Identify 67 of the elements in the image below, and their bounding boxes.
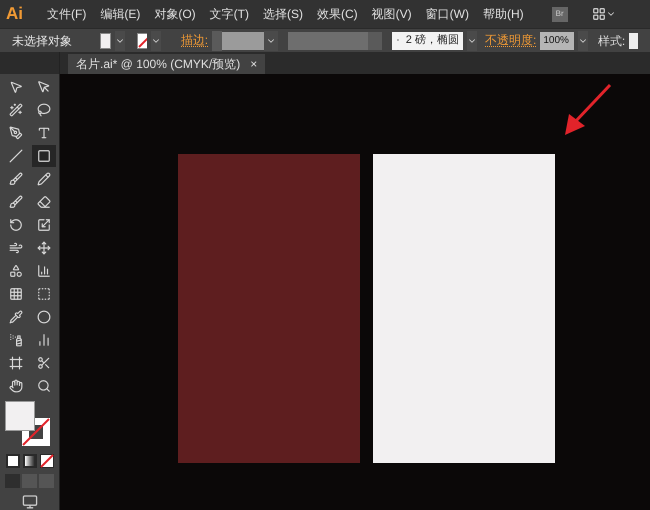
dropdown-arrow-button[interactable] [114, 30, 125, 50]
menu-item[interactable]: 编辑(E) [100, 5, 140, 23]
variable-width-field[interactable] [288, 32, 382, 50]
menu-item[interactable]: 文字(T) [210, 5, 249, 23]
menu-item[interactable]: 窗口(W) [426, 5, 469, 23]
zoom-icon [36, 378, 50, 393]
eyedropper-icon [8, 310, 22, 324]
color-mode-button[interactable] [6, 454, 20, 468]
opacity-field[interactable]: 100% [540, 32, 574, 50]
fill-swatch[interactable] [100, 32, 111, 48]
dropdown-arrow-button[interactable] [578, 30, 588, 50]
dropdown-arrow-button[interactable] [150, 30, 161, 50]
stroke-weight-field[interactable] [212, 30, 278, 50]
brush-dot: · [396, 33, 400, 48]
pointer-icon [8, 80, 22, 94]
layout-icon [592, 7, 606, 21]
fill-color-swatch[interactable] [4, 400, 34, 431]
menu-item[interactable]: 选择(S) [262, 5, 303, 23]
menu-item[interactable]: 文件(F) [47, 5, 86, 23]
stroke-label-link[interactable]: 描边: [180, 34, 208, 47]
type-icon [36, 126, 50, 140]
screen-mode-icon[interactable] [22, 494, 38, 510]
document-tab[interactable]: 名片.ai* @ 100% (CMYK/预览) × [68, 54, 266, 74]
brush-value: 2 磅，椭圆 [406, 32, 459, 48]
eraser-icon [36, 194, 50, 209]
pen-icon [8, 126, 22, 140]
arrow-drawing [563, 82, 613, 137]
layout-switcher-button[interactable] [592, 7, 616, 21]
brush-icon [8, 194, 22, 209]
menu-item[interactable]: 对象(O) [154, 5, 196, 23]
style-label: 样式: [598, 32, 626, 50]
menu-item[interactable]: 视图(V) [372, 5, 412, 23]
rotate-icon [8, 218, 22, 232]
shapes-icon [8, 264, 22, 278]
style-swatch[interactable] [629, 32, 638, 48]
brush-icon [8, 172, 22, 186]
tool-button[interactable] [32, 144, 56, 167]
dropdown-arrow-button[interactable] [466, 30, 477, 50]
swirl-icon [8, 240, 22, 255]
circle-icon [36, 310, 50, 324]
move-icon [36, 240, 50, 255]
gradient-mode-button[interactable] [22, 454, 36, 468]
rectangle-icon [36, 148, 50, 163]
lasso-icon [36, 102, 50, 117]
scissors-icon [36, 356, 50, 370]
none-mode-button[interactable] [40, 454, 54, 468]
selection-status: 未选择对象 [12, 32, 72, 50]
hand-icon [8, 378, 22, 393]
pencil-icon [36, 172, 50, 186]
document-title: 名片.ai* @ 100% (CMYK/预览) [76, 56, 240, 73]
app-logo: Ai [6, 3, 23, 26]
scale-icon [36, 218, 50, 232]
pointer-icon [36, 80, 50, 94]
spray-icon [8, 332, 22, 347]
chart-icon [36, 332, 50, 347]
menu-item[interactable]: 帮助(H) [482, 5, 524, 23]
frame-icon [8, 356, 22, 370]
close-tab-button[interactable]: × [250, 55, 258, 73]
chart-icon [36, 264, 50, 278]
bridge-button[interactable]: Br [552, 6, 568, 22]
stroke-none-swatch[interactable] [136, 32, 147, 48]
grid-icon [8, 286, 22, 301]
line-icon [8, 148, 22, 163]
wand-icon [8, 102, 22, 117]
brush-field[interactable]: · 2 磅，椭圆 [392, 32, 463, 50]
menu-item[interactable]: 效果(C) [316, 5, 358, 23]
opacity-label-link[interactable]: 不透明度: [484, 34, 536, 47]
